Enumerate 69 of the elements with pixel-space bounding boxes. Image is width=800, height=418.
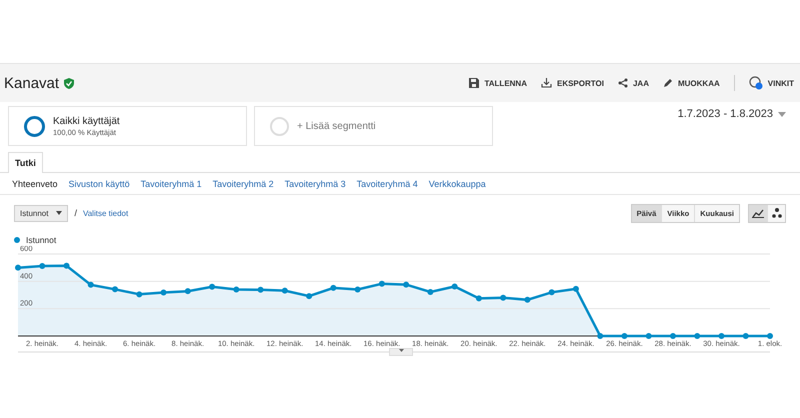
data-point (742, 333, 749, 339)
data-point (694, 333, 700, 339)
page-title: Kanavat (4, 74, 60, 92)
data-point (572, 286, 579, 292)
data-point (160, 290, 167, 296)
subtab-link[interactable]: Tavoiteryhmä 1 (140, 178, 202, 188)
data-point (136, 291, 142, 298)
caret-icon (778, 112, 786, 116)
share-icon (618, 78, 628, 88)
data-point (476, 295, 482, 302)
legend-label: Istunnot (26, 235, 56, 245)
data-point (670, 333, 676, 339)
segment-card[interactable]: + Lisää segmentti (254, 106, 493, 146)
data-point (500, 294, 506, 301)
caret-icon (56, 211, 62, 215)
save-button[interactable]: TALLENNA (469, 78, 527, 88)
collapse-handle[interactable] (389, 348, 413, 356)
subtab-link[interactable]: Sivuston käyttö (68, 178, 130, 188)
share-button[interactable]: JAA (618, 78, 649, 88)
caret-icon (398, 349, 404, 352)
data-point (354, 286, 361, 293)
select-data-link[interactable]: Valitse tiedot (82, 208, 128, 218)
pencil-icon (662, 78, 673, 88)
subtab-link[interactable]: Verkkokauppa (428, 178, 486, 188)
date-range-picker[interactable]: 1.7.2023 - 1.8.2023 (678, 108, 792, 120)
tab[interactable]: Tutki (8, 152, 43, 173)
data-point (233, 286, 240, 293)
data-point (15, 264, 21, 271)
edit-button[interactable]: MUOKKAA (662, 78, 720, 88)
bubbles-icon (772, 208, 782, 218)
metric-dropdown[interactable]: Istunnot (14, 204, 68, 222)
subtab-link[interactable]: Tavoiteryhmä 4 (356, 178, 418, 188)
data-point (597, 333, 604, 339)
data-point (646, 333, 652, 339)
data-point (767, 333, 773, 339)
data-point (524, 296, 530, 303)
data-point (112, 286, 118, 292)
segment-ring-icon (24, 116, 45, 136)
subtab-link[interactable]: Tavoiteryhmä 3 (284, 178, 346, 188)
save-icon (469, 78, 480, 88)
data-point (378, 280, 385, 287)
segment-ring-icon (270, 116, 289, 136)
separator-text: / (74, 208, 77, 218)
data-point (330, 284, 336, 291)
data-point (452, 284, 458, 290)
data-point (258, 286, 264, 293)
data-point (306, 293, 312, 300)
data-point (621, 333, 628, 339)
data-point (88, 282, 94, 288)
data-point (64, 262, 70, 269)
export-button[interactable]: EKSPORTOI (540, 78, 604, 88)
data-point (718, 333, 724, 339)
tips-button[interactable]: VINKIT (748, 76, 794, 90)
data-point (39, 263, 46, 270)
download-icon (540, 78, 552, 88)
chart-type-button[interactable] (749, 204, 767, 222)
subtab-link[interactable]: Tavoiteryhmä 2 (212, 178, 274, 188)
data-point (209, 284, 216, 290)
subtab-link[interactable]: Yhteenveto (12, 178, 58, 188)
data-point (427, 289, 434, 295)
chart-type-button[interactable] (767, 204, 785, 222)
data-point (184, 288, 191, 294)
data-point (282, 288, 288, 294)
segment-name: + Lisää segmentti (297, 120, 376, 132)
segment-name: Kaikki käyttäjät (53, 116, 120, 126)
data-point (403, 282, 410, 288)
data-point (548, 289, 555, 296)
verified-shield-icon (64, 78, 74, 88)
line-chart-icon (752, 208, 764, 218)
